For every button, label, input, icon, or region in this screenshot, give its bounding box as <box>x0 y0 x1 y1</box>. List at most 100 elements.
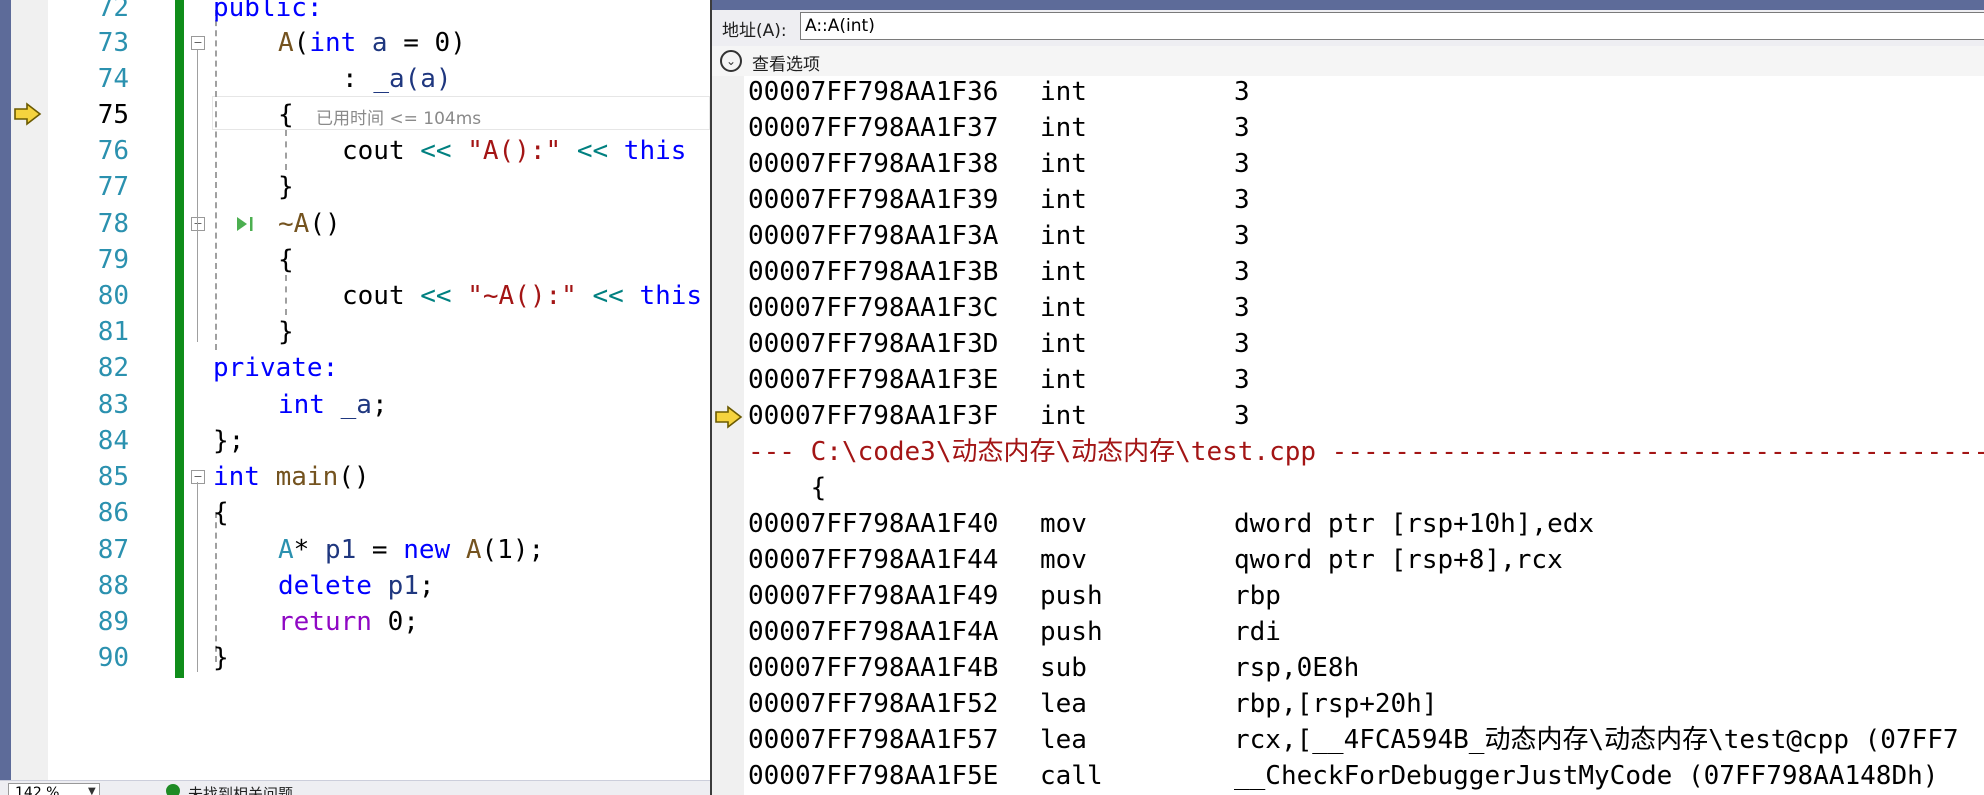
indent-guide <box>215 10 217 350</box>
disassembly-listing[interactable]: 00007FF798AA1F36 int 3 00007FF798AA1F37 int… <box>748 76 1984 795</box>
code-token: (1); <box>481 535 545 565</box>
line-number: 72 <box>97 0 129 23</box>
run-to-click-icon[interactable] <box>235 214 257 234</box>
code-token: this <box>623 281 703 311</box>
line-number: 76 <box>97 136 129 166</box>
instruction-opcode: int <box>1040 185 1087 215</box>
code-token: ( <box>293 28 310 58</box>
code-token: "~A():" <box>451 281 593 311</box>
instruction-address: 00007FF798AA1F3C <box>748 293 999 323</box>
line-number: 89 <box>97 607 129 637</box>
code-token: int <box>309 28 357 58</box>
line-number: 78 <box>97 209 129 239</box>
issues-status[interactable]: 未找到相关问题 <box>188 783 293 795</box>
instruction-operands: 3 <box>1234 257 1250 287</box>
code-line-82: private: <box>213 350 338 386</box>
code-token: int <box>213 462 260 492</box>
collapse-icon[interactable]: − <box>191 217 205 231</box>
code-token: << <box>420 136 452 166</box>
chevron-down-icon[interactable]: ⌄ <box>720 50 742 72</box>
view-options-toggle[interactable]: ⌄ 查看选项 <box>712 46 1984 76</box>
instruction-operands: 3 <box>1234 365 1250 395</box>
code-token: delete <box>278 571 372 601</box>
code-line-90: } <box>213 640 229 676</box>
disassembly-indicator-margin[interactable] <box>712 76 744 795</box>
zoom-value: 142 % <box>15 785 60 795</box>
instruction-opcode: lea <box>1040 725 1087 755</box>
code-token: : <box>342 64 374 94</box>
code-line-86: { <box>213 495 229 531</box>
access-specifier: public: <box>213 0 323 23</box>
instruction-address: 00007FF798AA1F40 <box>748 509 999 539</box>
source-editor[interactable]: 72 73 74 75 76 77 78 79 80 81 82 83 84 8… <box>0 0 710 795</box>
instruction-address: 00007FF798AA1F36 <box>748 77 999 107</box>
address-input[interactable]: A::A(int) <box>800 12 1984 40</box>
disassembly-window[interactable]: 地址(A): A::A(int) ⌄ 查看选项 00007FF798AA1F36… <box>710 0 1984 795</box>
instruction-opcode: int <box>1040 401 1087 431</box>
code-token: A <box>450 535 482 565</box>
no-issues-icon <box>166 784 180 795</box>
line-number-current: 75 <box>97 100 129 130</box>
line-number: 85 <box>97 462 129 492</box>
code-token: _a <box>373 64 405 94</box>
instruction-operands: rbp <box>1234 581 1281 611</box>
code-line-80: cout << "~A():" << this <box>342 278 702 314</box>
instruction-address: 00007FF798AA1F3A <box>748 221 999 251</box>
perf-tip-elapsed[interactable]: 已用时间 <= 104ms <box>316 104 481 129</box>
line-number: 88 <box>97 571 129 601</box>
instruction-operands: __CheckForDebuggerJustMyCode (07FF798AA1… <box>1234 761 1939 791</box>
line-number: 90 <box>97 643 129 673</box>
indicator-margin[interactable] <box>11 0 48 795</box>
code-line-75: { <box>278 97 294 133</box>
code-line-77: } <box>278 169 294 205</box>
code-token: } <box>278 172 294 202</box>
code-line-78: ~A() <box>278 206 341 242</box>
line-number: 73 <box>97 28 129 58</box>
current-instruction-arrow-icon <box>715 405 743 429</box>
line-number: 83 <box>97 390 129 420</box>
instruction-address: 00007FF798AA1F4A <box>748 617 999 647</box>
collapse-icon[interactable]: − <box>191 36 205 50</box>
instruction-opcode: int <box>1040 257 1087 287</box>
code-line-87: A* p1 = new A(1); <box>278 532 544 568</box>
instruction-opcode: push <box>1040 581 1103 611</box>
instruction-operands: rdi <box>1234 617 1281 647</box>
line-number: 82 <box>97 353 129 383</box>
code-token: p1 <box>371 571 419 601</box>
current-statement-arrow-icon <box>14 102 42 126</box>
code-token: int <box>278 390 325 420</box>
instruction-operands: 3 <box>1234 185 1250 215</box>
code-token: * <box>293 535 325 565</box>
instruction-address: 00007FF798AA1F3F <box>748 401 999 431</box>
address-bar: 地址(A): A::A(int) <box>712 0 1984 46</box>
chevron-down-icon[interactable]: ▼ <box>88 786 96 795</box>
instruction-operands: rsp,0E8h <box>1234 653 1360 683</box>
code-token: new <box>403 535 451 565</box>
instruction-opcode: push <box>1040 617 1103 647</box>
code-line-73: A(int a = 0) <box>278 25 466 61</box>
collapse-icon[interactable]: − <box>191 470 205 484</box>
instruction-operands: 3 <box>1234 77 1250 107</box>
code-token: return <box>278 607 372 637</box>
instruction-opcode: int <box>1040 221 1087 251</box>
code-token: { <box>213 498 229 528</box>
window-edge <box>0 0 11 795</box>
code-line-79: { <box>278 242 294 278</box>
code-token: cout <box>342 136 421 166</box>
instruction-operands: dword ptr [rsp+10h],edx <box>1234 509 1595 539</box>
code-token: (a) <box>404 64 452 94</box>
code-token: ; <box>418 571 435 601</box>
instruction-address: 00007FF798AA1F37 <box>748 113 999 143</box>
instruction-opcode: call <box>1040 761 1103 791</box>
code-token: ; <box>371 390 388 420</box>
instruction-opcode: int <box>1040 329 1087 359</box>
code-line-81: } <box>278 314 294 350</box>
view-options-label: 查看选项 <box>752 55 820 75</box>
code-token: main <box>259 462 339 492</box>
instruction-address: 00007FF798AA1F39 <box>748 185 999 215</box>
line-number: 84 <box>97 426 129 456</box>
instruction-opcode: mov <box>1040 509 1087 539</box>
zoom-dropdown[interactable]: 142 % <box>8 783 100 795</box>
instruction-opcode: int <box>1040 365 1087 395</box>
code-token: { <box>278 100 294 130</box>
